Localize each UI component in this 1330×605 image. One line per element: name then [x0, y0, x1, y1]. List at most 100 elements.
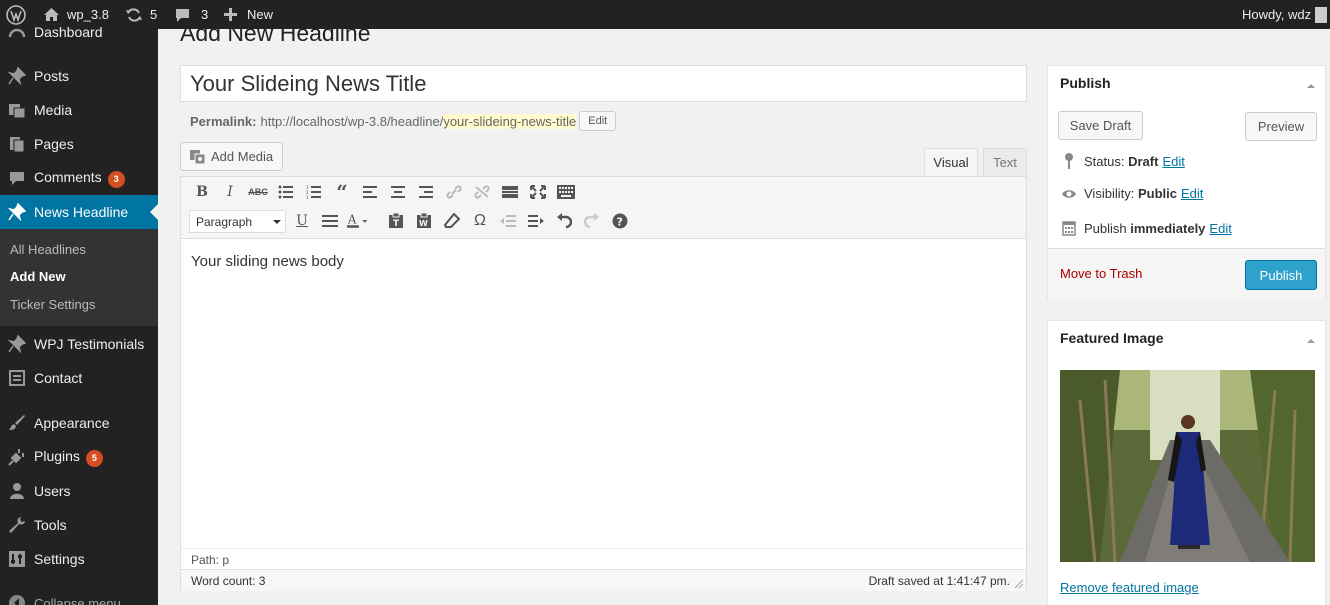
status-label: Status: — [1084, 153, 1125, 169]
menu-pages[interactable]: Pages — [0, 127, 158, 161]
publish-box: Publish Save Draft Preview Status: Draft… — [1047, 65, 1326, 300]
strikethrough-icon[interactable]: ABC — [247, 181, 269, 203]
paste-text-icon[interactable]: T — [385, 210, 407, 232]
menu-contact[interactable]: Contact — [0, 361, 158, 395]
tab-visual[interactable]: Visual — [924, 148, 978, 176]
align-center-icon[interactable] — [387, 181, 409, 203]
menu-appearance[interactable]: Appearance — [0, 406, 158, 440]
underline-icon[interactable]: U — [291, 210, 313, 232]
plugins-text: Plugins — [34, 447, 80, 464]
collapse-menu-label: Collapse menu — [34, 595, 121, 605]
media-icon — [7, 100, 27, 120]
my-account-link[interactable]: Howdy, wdz — [1242, 0, 1328, 29]
move-to-trash-link[interactable]: Move to Trash — [1060, 266, 1142, 281]
comments-badge: 3 — [107, 170, 125, 188]
add-media-button[interactable]: Add Media — [180, 142, 284, 171]
collapse-menu[interactable]: Collapse menu — [0, 586, 158, 605]
text-color-icon[interactable]: A — [347, 210, 369, 232]
menu-plugins-label: Plugins 5 — [34, 448, 103, 467]
page-title: Add New Headline — [180, 20, 371, 46]
special-character-icon[interactable]: Ω — [469, 210, 491, 232]
plugins-badge: 5 — [85, 449, 103, 467]
svg-text:W: W — [419, 219, 428, 228]
svg-text:3: 3 — [306, 195, 309, 199]
submenu-add-new[interactable]: Add New — [10, 269, 66, 284]
bullet-list-icon[interactable] — [275, 181, 297, 203]
pin-icon — [1060, 152, 1078, 170]
menu-dashboard[interactable]: Dashboard — [0, 15, 158, 49]
publish-box-title: Publish — [1060, 75, 1111, 91]
submenu-ticker-settings[interactable]: Ticker Settings — [10, 297, 96, 312]
collapse-arrow-icon[interactable] — [1307, 335, 1315, 343]
wrench-icon — [7, 515, 27, 535]
status-edit-link[interactable]: Edit — [1162, 154, 1184, 169]
admin-menu: Dashboard Posts Media Pages Comments 3 Ne… — [0, 24, 158, 605]
redo-icon[interactable] — [581, 210, 603, 232]
tab-text[interactable]: Text — [983, 148, 1027, 176]
menu-tools[interactable]: Tools — [0, 508, 158, 542]
read-more-icon[interactable] — [499, 181, 521, 203]
numbered-list-icon[interactable]: 123 — [303, 181, 325, 203]
media-icon — [190, 149, 206, 164]
align-right-icon[interactable] — [415, 181, 437, 203]
menu-settings[interactable]: Settings — [0, 542, 158, 576]
bold-icon[interactable]: B — [191, 181, 213, 203]
blockquote-icon[interactable]: “ — [331, 180, 353, 204]
undo-icon[interactable] — [553, 210, 575, 232]
align-left-icon[interactable] — [359, 181, 381, 203]
menu-users-label: Users — [34, 483, 71, 499]
save-draft-button[interactable]: Save Draft — [1058, 111, 1143, 140]
insert-link-icon[interactable] — [443, 181, 465, 203]
permalink-edit-button[interactable]: Edit — [579, 111, 617, 131]
publish-date-edit-link[interactable]: Edit — [1209, 221, 1231, 236]
publish-date-value: immediately — [1130, 220, 1206, 236]
menu-plugins[interactable]: Plugins 5 — [0, 440, 158, 474]
visibility-label: Visibility: — [1084, 186, 1135, 201]
paste-word-icon[interactable]: W — [413, 210, 435, 232]
menu-wpj-testimonials[interactable]: WPJ Testimonials — [0, 327, 158, 361]
menu-media[interactable]: Media — [0, 93, 158, 127]
remove-featured-image-link[interactable]: Remove featured image — [1060, 580, 1199, 595]
menu-comments[interactable]: Comments 3 — [0, 161, 158, 195]
publish-button[interactable]: Publish — [1245, 260, 1317, 290]
unlink-icon[interactable] — [471, 181, 493, 203]
indent-icon[interactable] — [525, 210, 547, 232]
visibility-row: Visibility: Public Edit — [1060, 186, 1203, 201]
menu-appearance-label: Appearance — [34, 415, 110, 431]
collapse-arrow-icon[interactable] — [1307, 80, 1315, 88]
permalink-row: Permalink: http://localhost/wp-3.8/headl… — [190, 111, 617, 131]
resize-handle-icon[interactable] — [1014, 579, 1024, 589]
editor-content[interactable]: Your sliding news body — [191, 253, 344, 270]
collapse-arrow-icon — [7, 593, 27, 605]
editor-path: Path: p — [181, 548, 1026, 569]
outdent-icon[interactable] — [497, 210, 519, 232]
italic-icon[interactable]: I — [219, 181, 241, 203]
format-select-value: Paragraph — [196, 214, 253, 229]
help-icon[interactable]: ? — [609, 210, 631, 232]
menu-users[interactable]: Users — [0, 474, 158, 508]
post-title-input[interactable] — [180, 65, 1027, 102]
featured-image-box: Featured Image Remove featured image — [1047, 320, 1326, 605]
dashboard-icon — [7, 22, 27, 42]
svg-text:?: ? — [617, 216, 623, 229]
visibility-edit-link[interactable]: Edit — [1181, 186, 1203, 201]
menu-media-label: Media — [34, 102, 73, 118]
preview-button[interactable]: Preview — [1245, 112, 1317, 141]
fullscreen-icon[interactable] — [527, 181, 549, 203]
publish-date-label: Publish — [1084, 220, 1127, 236]
calendar-icon — [1060, 220, 1078, 236]
menu-news-headline[interactable]: News Headline — [0, 195, 158, 229]
menu-posts[interactable]: Posts — [0, 59, 158, 93]
align-justify-icon[interactable] — [319, 210, 341, 232]
clear-formatting-icon[interactable] — [441, 210, 463, 232]
svg-text:A: A — [347, 213, 357, 227]
featured-image[interactable] — [1060, 370, 1315, 562]
menu-dashboard-label: Dashboard — [34, 24, 103, 40]
news-headline-submenu: All Headlines Add New Ticker Settings — [0, 229, 158, 326]
permalink-slug[interactable]: your-slideing-news-title — [443, 113, 577, 129]
submenu-all-headlines[interactable]: All Headlines — [10, 242, 86, 257]
toolbar-toggle-icon[interactable] — [555, 181, 577, 203]
settings-sliders-icon — [7, 549, 27, 569]
format-select[interactable]: Paragraph — [189, 210, 286, 233]
comments-text: Comments — [34, 168, 102, 185]
